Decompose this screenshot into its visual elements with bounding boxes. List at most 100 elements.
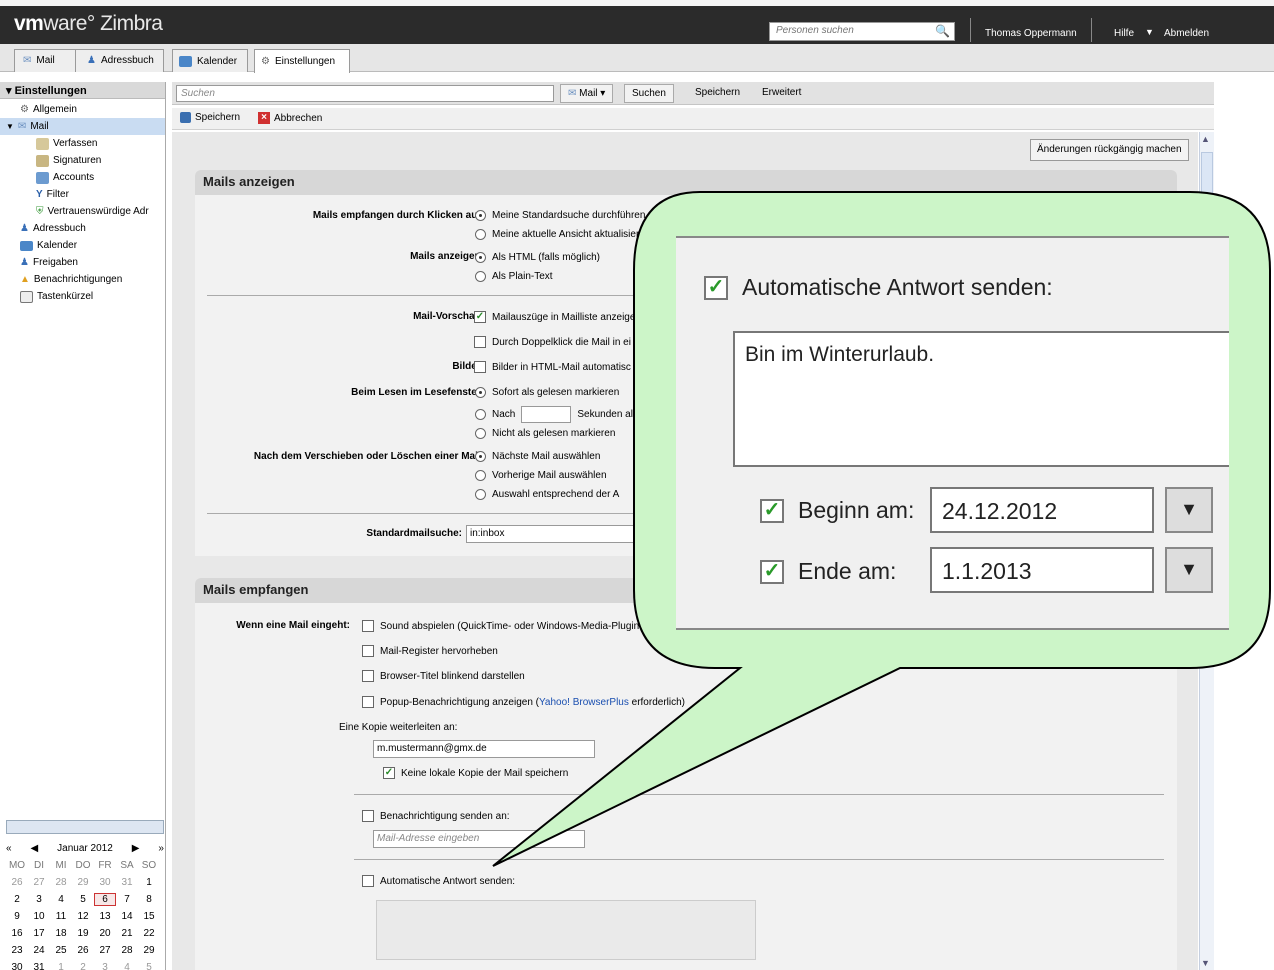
- calendar-day[interactable]: 29: [138, 945, 160, 956]
- zoom-auto-reply-message[interactable]: Bin im Winterurlaub.: [733, 331, 1229, 467]
- checkbox-checked[interactable]: ✓: [760, 559, 784, 584]
- calendar-day[interactable]: 9: [6, 911, 28, 922]
- checkbox[interactable]: [362, 810, 374, 822]
- people-search-input[interactable]: Personen suchen 🔍: [769, 22, 955, 41]
- preview-option-excerpts[interactable]: ✓ Mailauszüge in Mailliste anzeigen: [474, 311, 641, 323]
- click-option-refresh[interactable]: Meine aktuelle Ansicht aktualisieren: [475, 229, 650, 240]
- calendar-day[interactable]: 4: [50, 894, 72, 905]
- calendar-day[interactable]: 13: [94, 911, 116, 922]
- tab-calendar[interactable]: Kalender: [172, 49, 248, 72]
- highlight-option[interactable]: Mail-Register hervorheben: [362, 645, 498, 657]
- forward-email-input[interactable]: m.mustermann@gmx.de: [373, 740, 595, 758]
- calendar-day[interactable]: 4: [116, 962, 138, 970]
- end-date-input[interactable]: 1.1.2013: [930, 547, 1154, 593]
- sidebar-item-accounts[interactable]: Accounts: [36, 169, 94, 186]
- calendar-day[interactable]: 8: [138, 894, 160, 905]
- calendar-day[interactable]: 31: [28, 962, 50, 970]
- tab-settings[interactable]: ⚙ Einstellungen: [254, 49, 350, 73]
- read-option-immediately[interactable]: Sofort als gelesen markieren: [475, 387, 619, 398]
- popup-option[interactable]: Popup-Benachrichtigung anzeigen (Yahoo! …: [362, 696, 685, 708]
- sidebar-item-calendar[interactable]: Kalender: [20, 237, 77, 254]
- search-icon[interactable]: 🔍: [935, 24, 950, 38]
- calendar-day[interactable]: 20: [94, 928, 116, 939]
- logout-link[interactable]: Abmelden: [1164, 28, 1209, 39]
- help-menu[interactable]: Hilfe: [1114, 28, 1134, 39]
- sidebar-item-mail[interactable]: ▼ ✉ Mail: [0, 118, 165, 135]
- calendar-day[interactable]: 7: [116, 894, 138, 905]
- zoom-start-option[interactable]: ✓ Beginn am:: [760, 497, 914, 524]
- blink-option[interactable]: Browser-Titel blinkend darstellen: [362, 670, 525, 682]
- sidebar-item-general[interactable]: ⚙ Allgemein: [20, 101, 77, 118]
- calendar-day[interactable]: 15: [138, 911, 160, 922]
- notify-option[interactable]: Benachrichtigung senden an:: [362, 810, 510, 822]
- calendar-day[interactable]: 3: [94, 962, 116, 970]
- scroll-down-icon[interactable]: ▼: [1201, 958, 1210, 968]
- advanced-search-button[interactable]: Erweitert: [762, 87, 801, 98]
- move-option-previous[interactable]: Vorherige Mail auswählen: [475, 470, 607, 481]
- calendar-day[interactable]: 16: [6, 928, 28, 939]
- chevron-down-icon[interactable]: ▼: [1145, 27, 1154, 37]
- calendar-day[interactable]: 29: [72, 877, 94, 888]
- read-delay-input[interactable]: [521, 406, 572, 423]
- chevron-down-icon[interactable]: ▼: [1165, 487, 1213, 533]
- calendar-day[interactable]: 30: [6, 962, 28, 970]
- auto-reply-textarea[interactable]: [376, 900, 756, 960]
- radio-selected[interactable]: [475, 451, 486, 462]
- checkbox-checked[interactable]: ✓: [383, 767, 395, 779]
- radio[interactable]: [475, 271, 486, 282]
- calendar-day[interactable]: 28: [116, 945, 138, 956]
- calendar-day[interactable]: 2: [72, 962, 94, 970]
- sidebar-item-sharing[interactable]: ♟ Freigaben: [20, 254, 78, 271]
- calendar-day[interactable]: 11: [50, 911, 72, 922]
- calendar-day[interactable]: 27: [94, 945, 116, 956]
- radio[interactable]: [475, 428, 486, 439]
- calendar-day[interactable]: 3: [28, 894, 50, 905]
- zoom-end-option[interactable]: ✓ Ende am:: [760, 558, 896, 585]
- next-month-icon[interactable]: ▶: [132, 843, 140, 857]
- browserplus-link[interactable]: Yahoo! BrowserPlus: [539, 697, 629, 708]
- sidebar-item-compose[interactable]: Verfassen: [36, 135, 97, 152]
- sidebar-item-notifications[interactable]: ▲ Benachrichtigungen: [20, 271, 122, 288]
- sidebar-item-trusted[interactable]: ⛨ Vertrauenswürdige Adr: [36, 203, 149, 220]
- calendar-day[interactable]: 27: [28, 877, 50, 888]
- calendar-day[interactable]: 5: [72, 894, 94, 905]
- scroll-up-icon[interactable]: ▲: [1201, 134, 1210, 144]
- radio[interactable]: [475, 409, 486, 420]
- sidebar-item-addressbook[interactable]: ♟ Adressbuch: [20, 220, 86, 237]
- calendar-day[interactable]: 5: [138, 962, 160, 970]
- user-name[interactable]: Thomas Oppermann: [985, 28, 1077, 39]
- calendar-day[interactable]: 19: [72, 928, 94, 939]
- checkbox[interactable]: [362, 620, 374, 632]
- calendar-day[interactable]: 2: [6, 894, 28, 905]
- sidebar-item-filter[interactable]: Y Filter: [36, 186, 69, 203]
- calendar-day[interactable]: 1: [138, 877, 160, 888]
- zoom-auto-reply-option[interactable]: ✓ Automatische Antwort senden:: [704, 274, 1053, 301]
- checkbox-checked[interactable]: ✓: [474, 311, 486, 323]
- checkbox[interactable]: [362, 645, 374, 657]
- calendar-day[interactable]: 17: [28, 928, 50, 939]
- start-date-input[interactable]: 24.12.2012: [930, 487, 1154, 533]
- cancel-button[interactable]: × Abbrechen: [258, 112, 322, 124]
- sidebar-item-signatures[interactable]: Signaturen: [36, 152, 101, 169]
- calendar-day[interactable]: 1: [50, 962, 72, 970]
- calendar-day[interactable]: 23: [6, 945, 28, 956]
- auto-reply-option[interactable]: Automatische Antwort senden:: [362, 875, 515, 887]
- calendar-day[interactable]: 18: [50, 928, 72, 939]
- show-option-plain[interactable]: Als Plain-Text: [475, 271, 553, 282]
- sidebar-scrollbar[interactable]: [6, 820, 164, 834]
- images-option[interactable]: Bilder in HTML-Mail automatisc: [474, 361, 631, 373]
- calendar-day[interactable]: 28: [50, 877, 72, 888]
- calendar-day[interactable]: 21: [116, 928, 138, 939]
- no-local-copy-option[interactable]: ✓ Keine lokale Kopie der Mail speichern: [383, 767, 568, 779]
- tab-mail[interactable]: ✉ Mail: [15, 49, 76, 72]
- calendar-day[interactable]: 22: [138, 928, 160, 939]
- checkbox[interactable]: [362, 670, 374, 682]
- prev-year-icon[interactable]: «: [6, 843, 12, 857]
- search-input[interactable]: Suchen: [176, 85, 554, 102]
- preview-option-doubleclick[interactable]: Durch Doppelklick die Mail in ei: [474, 336, 631, 348]
- calendar-day[interactable]: 26: [6, 877, 28, 888]
- calendar-day-today[interactable]: 6: [94, 893, 116, 906]
- save-button[interactable]: Speichern: [180, 112, 240, 123]
- calendar-day[interactable]: 26: [72, 945, 94, 956]
- radio[interactable]: [475, 229, 486, 240]
